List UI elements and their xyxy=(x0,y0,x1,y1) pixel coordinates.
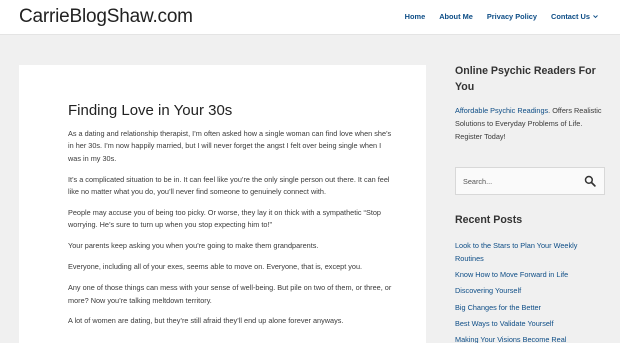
recent-posts-title: Recent Posts xyxy=(455,214,523,226)
nav-privacy-label: Privacy Policy xyxy=(486,12,537,21)
post-paragraph: Any one of those things can mess with yo… xyxy=(68,283,392,305)
list-item: Discovering Yourself xyxy=(455,285,605,298)
psychic-widget: Online Psychic Readers For You xyxy=(455,64,605,95)
article-card: Finding Love in Your 30s As a dating and… xyxy=(19,65,426,343)
search-icon[interactable] xyxy=(584,175,596,187)
main-nav: Home About Me Privacy Policy Contact Us xyxy=(391,12,598,21)
psychic-widget-title: Online Psychic Readers For You xyxy=(455,65,596,93)
post-title[interactable]: Finding Love in Your 30s xyxy=(68,102,232,119)
recent-post-link[interactable]: Discovering Yourself xyxy=(455,286,521,295)
nav-contact-label: Contact Us xyxy=(550,12,590,21)
nav-about-label: About Me xyxy=(439,12,473,21)
recent-posts-list: Look to the Stars to Plan Your Weekly Ro… xyxy=(455,240,605,343)
post-paragraph: People may accuse you of being too picky… xyxy=(68,208,381,230)
psychic-widget-text: Affordable Psychic Readings. Offers Real… xyxy=(455,105,605,144)
nav-privacy-policy[interactable]: Privacy Policy xyxy=(487,12,537,21)
post-paragraph: As a dating and relationship therapist, … xyxy=(68,129,392,163)
search-input[interactable] xyxy=(456,168,584,194)
list-item: Know How to Move Forward in Life xyxy=(455,269,605,282)
search-form xyxy=(455,167,605,195)
list-item: Best Ways to Validate Yourself xyxy=(455,318,605,331)
list-item: Making Your Visions Become Real xyxy=(455,334,605,343)
post-body: As a dating and relationship therapist, … xyxy=(68,128,393,336)
post-paragraph: Your parents keep asking you when you’re… xyxy=(68,241,319,251)
post-paragraph: It’s a complicated situation to be in. I… xyxy=(68,174,390,197)
post-paragraph: A lot of women are dating, but they’re s… xyxy=(68,316,344,326)
chevron-down-icon xyxy=(593,15,598,19)
nav-home-label: Home xyxy=(404,12,426,21)
list-item: Look to the Stars to Plan Your Weekly Ro… xyxy=(455,240,605,266)
nav-contact-us[interactable]: Contact Us xyxy=(551,12,598,21)
nav-about-me[interactable]: About Me xyxy=(439,12,473,21)
recent-post-link[interactable]: Big Changes for the Better xyxy=(455,303,541,312)
recent-post-link[interactable]: Look to the Stars to Plan Your Weekly Ro… xyxy=(455,241,577,263)
recent-post-link[interactable]: Making Your Visions Become Real xyxy=(455,335,566,343)
psychic-readings-link[interactable]: Affordable Psychic Readings xyxy=(455,106,548,115)
list-item: Big Changes for the Better xyxy=(455,302,605,315)
post-paragraph: Everyone, including all of your exes, se… xyxy=(68,262,363,272)
site-header: CarrieBlogShaw.com Home About Me Privacy… xyxy=(0,0,620,35)
site-logo[interactable]: CarrieBlogShaw.com xyxy=(19,6,193,28)
nav-home[interactable]: Home xyxy=(405,12,426,21)
recent-post-link[interactable]: Know How to Move Forward in Life xyxy=(455,270,568,279)
recent-post-link[interactable]: Best Ways to Validate Yourself xyxy=(455,319,554,328)
